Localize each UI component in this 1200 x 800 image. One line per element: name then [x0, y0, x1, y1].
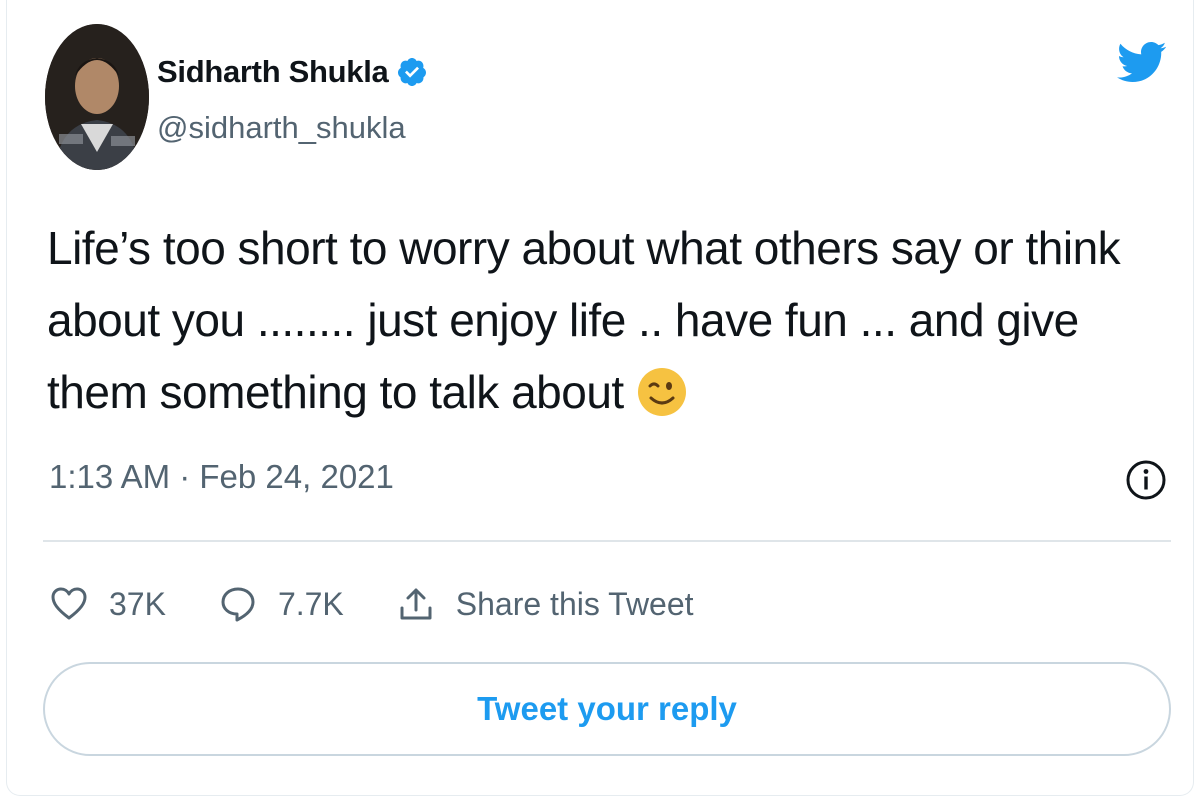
tweet-timestamp[interactable]: 1:13 AM · Feb 24, 2021: [49, 458, 394, 496]
author-name[interactable]: Sidharth Shukla: [157, 54, 389, 90]
divider: [43, 540, 1171, 542]
tweet-text: Life’s too short to worry about what oth…: [47, 212, 1177, 428]
avatar-photo: [45, 24, 149, 170]
author-name-row: Sidharth Shukla: [157, 50, 428, 94]
like-button[interactable]: 37K: [49, 584, 166, 624]
verified-badge-icon: [396, 56, 428, 88]
twitter-bird-icon[interactable]: [1115, 36, 1167, 88]
like-count: 37K: [109, 585, 166, 622]
winking-face-emoji-icon: [636, 366, 688, 418]
heart-icon: [51, 587, 87, 620]
reply-count-button[interactable]: 7.7K: [218, 584, 344, 624]
action-bar: 37K 7.7K Share this Tweet: [49, 578, 746, 630]
speech-bubble-icon: [221, 587, 255, 622]
share-label: Share this Tweet: [455, 585, 694, 622]
reply-count: 7.7K: [277, 585, 344, 622]
tweet-card: Sidharth Shukla @sidharth_shukla Life’s …: [6, 0, 1194, 796]
tweet-your-reply-button[interactable]: Tweet your reply: [43, 662, 1171, 756]
share-button[interactable]: Share this Tweet: [396, 584, 694, 624]
avatar[interactable]: [45, 24, 149, 170]
share-upload-icon: [400, 588, 432, 620]
info-icon[interactable]: [1124, 458, 1168, 502]
tweet-body: Life’s too short to worry about what oth…: [47, 222, 1121, 418]
author-handle[interactable]: @sidharth_shukla: [157, 110, 406, 146]
